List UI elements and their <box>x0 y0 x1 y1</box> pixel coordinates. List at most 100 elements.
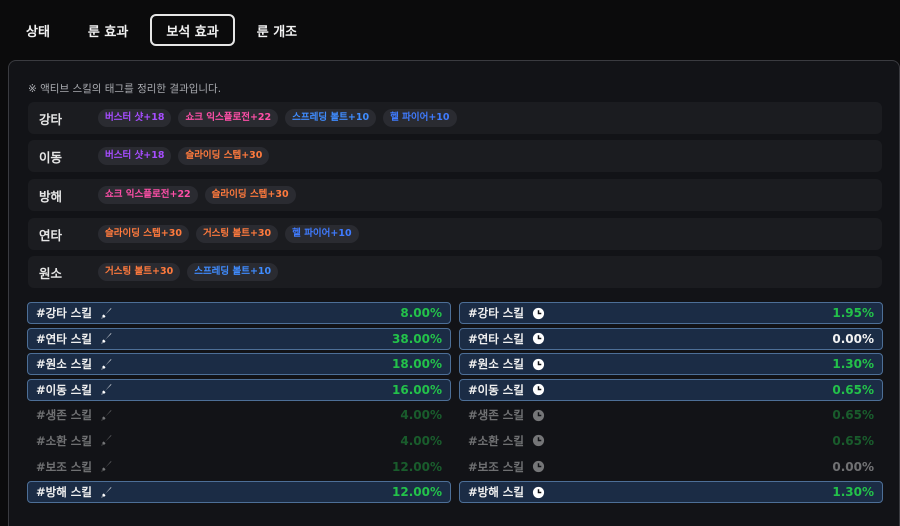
skill-chip: 슬라이딩 스텝+30 <box>178 147 270 165</box>
skill-chip: 거스팅 볼트+30 <box>98 263 181 281</box>
skill-chip: 헬 파이어+10 <box>383 109 457 127</box>
stat-name: #강타 스킬 <box>468 306 524 320</box>
skill-chip: 스프레딩 볼트+10 <box>187 263 279 281</box>
stat-name: #소환 스킬 <box>468 433 524 448</box>
stat-row: #보조 스킬 12.00% <box>27 456 451 478</box>
stat-value: 0.65% <box>832 408 874 423</box>
tab-bar: 상태 룬 효과 보석 효과 룬 개조 <box>10 14 319 46</box>
stat-row: #강타 스킬 1.95% <box>459 302 883 324</box>
stat-value: 38.00% <box>392 331 442 346</box>
skill-chip: 버스터 샷+18 <box>98 109 172 127</box>
stat-name: #소환 스킬 <box>36 433 92 448</box>
sword-icon <box>100 409 113 422</box>
stat-name: #연타 스킬 <box>36 331 92 346</box>
stat-name: #이동 스킬 <box>468 382 524 397</box>
skill-tag-label: 방해 <box>39 188 63 204</box>
tab-rune-effects[interactable]: 룬 효과 <box>72 14 144 46</box>
stat-row: #생존 스킬 4.00% <box>27 404 451 426</box>
stat-name: #방해 스킬 <box>468 485 524 500</box>
stat-name: #보조 스킬 <box>468 459 524 474</box>
stat-value: 0.00% <box>832 459 874 474</box>
sword-icon <box>100 383 113 396</box>
skill-tag-label: 이동 <box>39 149 63 165</box>
stat-name: #원소 스킬 <box>468 357 524 372</box>
skill-tag-row: 연타 슬라이딩 스텝+30 거스팅 볼트+30 헬 파이어+10 <box>28 218 882 250</box>
stat-value: 18.00% <box>392 357 442 372</box>
skill-tag-row: 강타 버스터 샷+18 쇼크 익스플로전+22 스프레딩 볼트+10 헬 파이어+10 <box>28 102 882 134</box>
stat-row: #연타 스킬 38.00% <box>27 327 451 350</box>
stat-value: 16.00% <box>392 382 442 397</box>
stat-value: 1.30% <box>832 485 874 500</box>
stat-row: #원소 스킬 1.30% <box>459 353 883 376</box>
skill-chip: 버스터 샷+18 <box>98 147 172 165</box>
skill-chip: 슬라이딩 스텝+30 <box>98 225 189 243</box>
sword-icon <box>100 358 113 371</box>
skill-chip-group: 슬라이딩 스텝+30 거스팅 볼트+30 헬 파이어+10 <box>98 225 366 243</box>
stat-value: 1.30% <box>832 357 874 372</box>
stat-row: #이동 스킬 0.65% <box>459 378 883 401</box>
sword-icon <box>100 460 113 473</box>
stat-row: #방해 스킬 1.30% <box>459 481 883 504</box>
damage-stat-column: #강타 스킬 8.00% #연타 스킬 38.00% #원소 스킬 18.00% #이동 스… <box>27 302 451 507</box>
stat-value: 1.95% <box>832 306 874 320</box>
clock-icon <box>532 460 545 473</box>
stat-row: #강타 스킬 8.00% <box>27 302 451 324</box>
skill-tag-label: 연타 <box>39 227 63 243</box>
cooldown-stat-column: #강타 스킬 1.95% #연타 스킬 0.00% #원소 스킬 1.30% #이동 스킬 0… <box>459 302 883 507</box>
stat-name: #생존 스킬 <box>36 408 92 423</box>
stat-value: 0.00% <box>832 331 874 346</box>
stat-row: #이동 스킬 16.00% <box>27 378 451 401</box>
clock-icon <box>532 307 545 320</box>
tab-status[interactable]: 상태 <box>10 14 66 46</box>
skill-chip: 쇼크 익스플로전+22 <box>98 186 198 204</box>
skill-chip-group: 쇼크 익스플로전+22 슬라이딩 스텝+30 <box>98 186 303 204</box>
skill-chip: 헬 파이어+10 <box>285 225 359 243</box>
stat-name: #강타 스킬 <box>36 306 92 320</box>
clock-icon <box>532 383 545 396</box>
skill-chip: 스프레딩 볼트+10 <box>285 109 377 127</box>
stat-row: #소환 스킬 4.00% <box>27 430 451 452</box>
skill-chip-group: 버스터 샷+18 쇼크 익스플로전+22 스프레딩 볼트+10 헬 파이어+10 <box>98 109 464 127</box>
clock-icon <box>532 409 545 422</box>
stat-value: 12.00% <box>392 485 442 500</box>
stat-value: 4.00% <box>400 433 442 448</box>
skill-chip-group: 거스팅 볼트+30 스프레딩 볼트+10 <box>98 263 285 281</box>
clock-icon <box>532 332 545 345</box>
stat-name: #생존 스킬 <box>468 408 524 423</box>
clock-icon <box>532 358 545 371</box>
stat-value: 12.00% <box>392 459 442 474</box>
skill-chip-group: 버스터 샷+18 슬라이딩 스텝+30 <box>98 147 276 165</box>
sword-icon <box>100 307 113 320</box>
stat-name: #보조 스킬 <box>36 459 92 474</box>
gem-effects-panel: ※ 액티브 스킬의 태그를 정리한 결과입니다. 강타 버스터 샷+18 쇼크 익스… <box>8 60 900 526</box>
sword-icon <box>100 434 113 447</box>
info-note: ※ 액티브 스킬의 태그를 정리한 결과입니다. <box>28 83 222 95</box>
skill-tag-label: 원소 <box>39 265 63 281</box>
skill-tag-row: 이동 버스터 샷+18 슬라이딩 스텝+30 <box>28 140 882 172</box>
stat-row: #방해 스킬 12.00% <box>27 481 451 504</box>
stat-value: 0.65% <box>832 382 874 397</box>
stat-name: #방해 스킬 <box>36 485 92 500</box>
stat-row: #보조 스킬 0.00% <box>459 456 883 478</box>
stat-row: #연타 스킬 0.00% <box>459 327 883 350</box>
skill-tag-row: 방해 쇼크 익스플로전+22 슬라이딩 스텝+30 <box>28 179 882 211</box>
clock-icon <box>532 434 545 447</box>
stat-value: 4.00% <box>400 408 442 423</box>
skill-tag-row: 원소 거스팅 볼트+30 스프레딩 볼트+10 <box>28 256 882 288</box>
skill-chip: 쇼크 익스플로전+22 <box>178 109 279 127</box>
skill-chip: 거스팅 볼트+30 <box>195 225 279 243</box>
stat-value: 8.00% <box>400 306 442 320</box>
stat-row: #원소 스킬 18.00% <box>27 353 451 376</box>
stat-name: #원소 스킬 <box>36 357 92 372</box>
stat-name: #연타 스킬 <box>468 331 524 346</box>
sword-icon <box>100 332 113 345</box>
sword-icon <box>100 486 113 499</box>
tab-rune-modify[interactable]: 룬 개조 <box>241 14 313 46</box>
clock-icon <box>532 486 545 499</box>
skill-chip: 슬라이딩 스텝+30 <box>204 186 296 204</box>
stat-row: #소환 스킬 0.65% <box>459 430 883 452</box>
stat-value: 0.65% <box>832 433 874 448</box>
stat-name: #이동 스킬 <box>36 382 92 397</box>
stat-row: #생존 스킬 0.65% <box>459 404 883 426</box>
tab-gem-effects[interactable]: 보석 효과 <box>150 14 235 46</box>
